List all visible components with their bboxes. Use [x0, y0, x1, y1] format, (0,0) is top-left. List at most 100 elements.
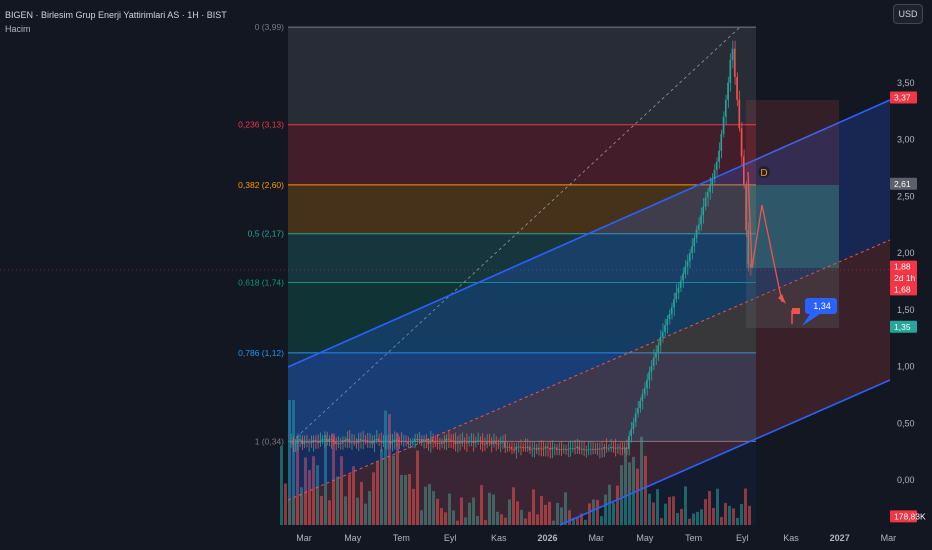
- candle-body: [526, 446, 529, 448]
- volume-bar: [676, 512, 679, 525]
- candle-body: [375, 438, 378, 441]
- time-axis-label: Eyl: [444, 533, 457, 543]
- chart-canvas[interactable]: 0 (3,99) 0,236 (3,13) 0,382 (2,60) 0,5 (2,1…: [0, 0, 932, 550]
- candle-body: [637, 408, 639, 414]
- candle-body: [542, 448, 545, 450]
- time-axis-label: Mar: [881, 533, 897, 543]
- candle-body: [522, 447, 524, 449]
- candle-body: [688, 252, 691, 262]
- candle-body: [659, 337, 662, 346]
- candle-body: [407, 442, 409, 444]
- fib-level-label: 0,236 (3,13): [238, 120, 284, 130]
- candle-body: [686, 261, 689, 267]
- candle-body: [544, 446, 547, 449]
- volume-bar: [672, 496, 675, 525]
- candle-body: [438, 442, 441, 444]
- candle-body: [513, 449, 515, 451]
- symbol-title[interactable]: BIGEN · Birlesim Grup Enerji Yattirimlar…: [5, 8, 227, 22]
- fib-level-label: 0 (3,99): [255, 22, 284, 32]
- candle-body: [601, 448, 603, 450]
- candle-body: [350, 442, 353, 444]
- candle-body: [546, 446, 549, 448]
- candle-body: [711, 178, 714, 186]
- candle-body: [308, 442, 310, 444]
- candle-body: [670, 307, 673, 315]
- price-axis-tick: 2,00: [897, 248, 915, 258]
- volume-bar: [684, 486, 687, 525]
- volume-bar: [716, 488, 719, 525]
- candle-body: [355, 442, 358, 444]
- candle-body: [301, 439, 303, 445]
- candle-body: [495, 440, 497, 444]
- fib-zone: [288, 27, 756, 125]
- candle-body: [434, 442, 436, 444]
- price-badge-text: 2,61: [894, 179, 911, 189]
- candle-body: [722, 116, 725, 134]
- candle-body: [290, 442, 292, 444]
- candle-body: [305, 441, 308, 443]
- candle-body: [456, 441, 459, 444]
- wave-label-d: D: [760, 168, 767, 179]
- time-axis-label: Mar: [588, 533, 604, 543]
- candle-body: [429, 439, 432, 444]
- candle-body: [470, 441, 472, 443]
- candle-body: [292, 442, 294, 445]
- candle-body: [339, 443, 342, 445]
- time-axis-label: 2026: [537, 533, 557, 543]
- candle-body: [317, 441, 319, 443]
- candle-body: [713, 169, 716, 179]
- volume-bar: [660, 518, 663, 525]
- volume-bar: [744, 488, 747, 525]
- candle-body: [564, 448, 567, 450]
- candle-body: [373, 440, 376, 444]
- candle-body: [724, 99, 727, 117]
- candle-body: [540, 447, 542, 449]
- price-axis-tick: 0,50: [897, 418, 915, 428]
- candle-body: [582, 448, 585, 450]
- candle-body: [477, 440, 479, 442]
- volume-bar: [600, 516, 603, 525]
- candle-body: [468, 441, 470, 443]
- price-badge-text: 178,83K: [894, 511, 926, 521]
- candle-body: [524, 447, 527, 449]
- candle-body: [427, 441, 430, 444]
- candle-body: [474, 440, 477, 444]
- candle-body: [587, 449, 590, 451]
- candle-body: [404, 440, 407, 443]
- currency-button[interactable]: USD: [893, 4, 923, 24]
- candle-body: [733, 48, 736, 78]
- candle-body: [418, 439, 421, 441]
- volume-bar: [648, 493, 651, 525]
- candle-body: [382, 442, 385, 444]
- volume-bar: [700, 509, 703, 525]
- candle-body: [677, 287, 680, 293]
- volume-bar: [668, 496, 671, 525]
- candle-body: [499, 442, 502, 444]
- candle-body: [312, 440, 315, 443]
- volume-indicator-label[interactable]: Hacim: [5, 22, 227, 36]
- candle-body: [632, 422, 635, 430]
- candle-body: [488, 441, 490, 443]
- candle-body: [296, 440, 299, 444]
- candle-body: [531, 448, 533, 450]
- volume-bar: [692, 513, 695, 525]
- price-axis-tick: 3,00: [897, 135, 915, 145]
- candle-body: [330, 438, 333, 440]
- candle-body: [652, 357, 655, 366]
- price-axis-tick: 3,50: [897, 78, 915, 88]
- candle-body: [666, 319, 669, 326]
- candle-body: [551, 447, 554, 450]
- candle-body: [440, 442, 443, 444]
- candle-body: [368, 440, 371, 443]
- candle-body: [341, 440, 344, 444]
- candle-body: [673, 299, 675, 308]
- candle-body: [303, 441, 306, 445]
- candle-body: [614, 447, 617, 449]
- candle-body: [661, 331, 664, 338]
- volume-bar: [712, 507, 715, 525]
- candle-body: [650, 365, 653, 372]
- volume-bar: [284, 483, 287, 525]
- fib-zone: [288, 124, 756, 185]
- candle-body: [504, 441, 506, 448]
- candle-body: [461, 441, 463, 444]
